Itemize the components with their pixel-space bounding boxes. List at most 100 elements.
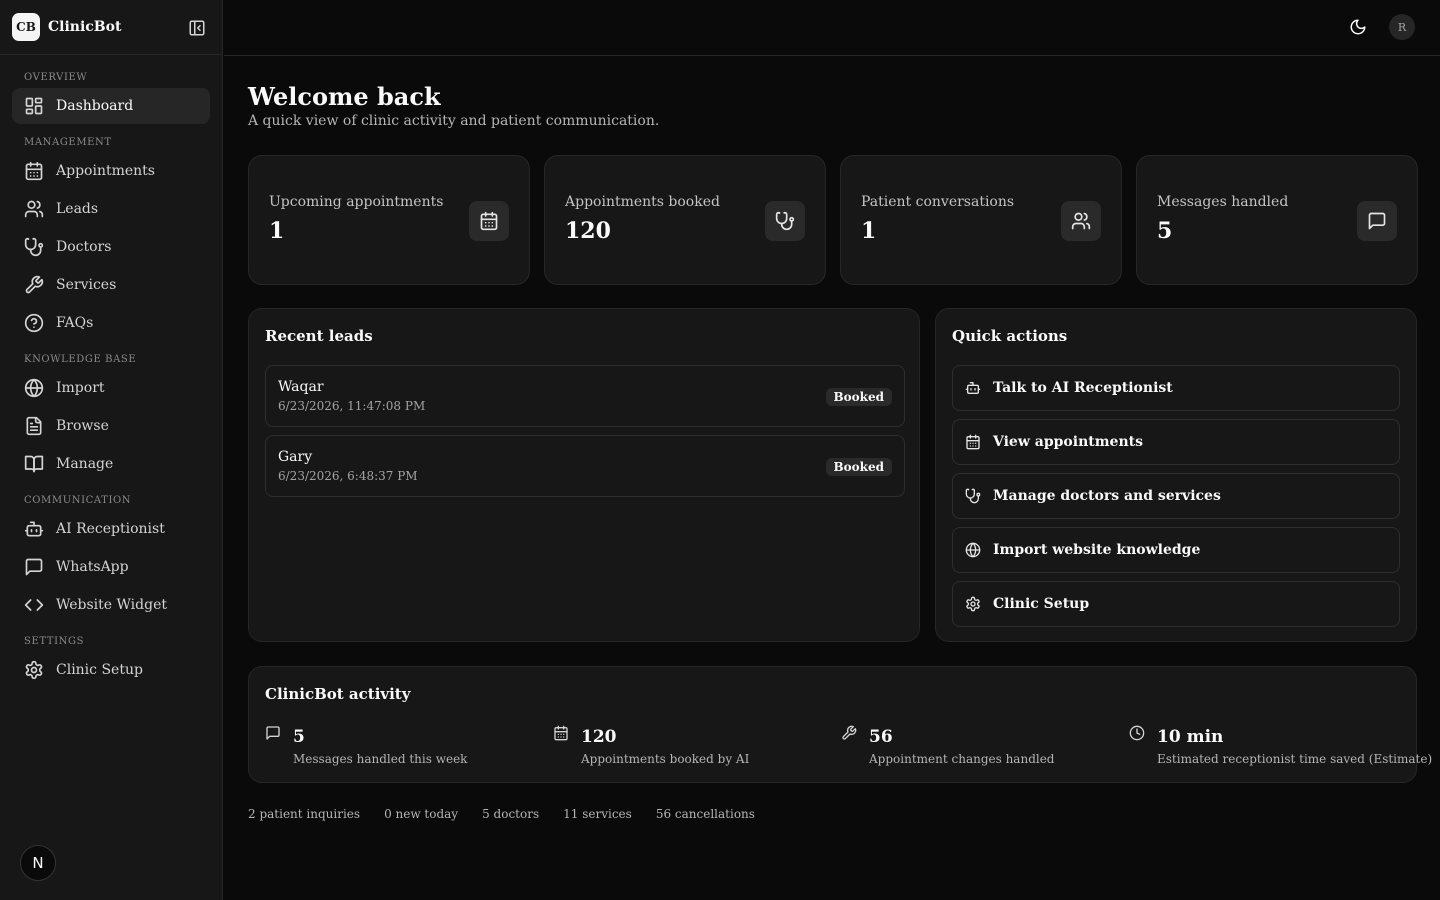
clock-icon: [1129, 725, 1145, 741]
moon-icon[interactable]: [1347, 16, 1369, 38]
stat-value: 1: [861, 218, 877, 244]
quick-action-label: Clinic Setup: [993, 596, 1090, 612]
page-title: Welcome back: [248, 82, 441, 111]
lead-date: 6/23/2026, 11:47:08 PM: [278, 399, 426, 413]
sidebar-item-dashboard[interactable]: Dashboard: [12, 88, 210, 124]
nav-group-overview: OVERVIEW Dashboard: [12, 71, 210, 124]
sidebar-item-ai-receptionist[interactable]: AI Receptionist: [12, 511, 210, 547]
users-icon: [1061, 201, 1101, 241]
file-text-icon: [24, 416, 44, 436]
summary-new-today: 0 new today: [384, 807, 459, 821]
stat-card-patient-conversations: Patient conversations 1: [840, 155, 1122, 285]
sidebar: CB ClinicBot OVERVIEW Dashboard MANAGEME…: [0, 0, 223, 900]
activity-value: 5: [293, 727, 305, 747]
stat-card-messages-handled: Messages handled 5: [1136, 155, 1418, 285]
quick-action-view-appointments[interactable]: View appointments: [952, 419, 1400, 465]
stat-label: Appointments booked: [565, 194, 720, 210]
calendar-icon: [24, 161, 44, 181]
avatar[interactable]: R: [1389, 14, 1415, 40]
activity-label: Appointments booked by AI: [581, 752, 750, 766]
quick-actions-panel: Quick actions Talk to AI Receptionist Vi…: [935, 308, 1417, 642]
sidebar-header: CB ClinicBot: [0, 0, 222, 55]
quick-action-label: Manage doctors and services: [993, 488, 1221, 504]
nav-group-label: MANAGEMENT: [24, 137, 112, 148]
quick-action-talk-to-ai[interactable]: Talk to AI Receptionist: [952, 365, 1400, 411]
sidebar-item-import[interactable]: Import: [12, 370, 210, 406]
bot-icon: [965, 380, 981, 396]
sidebar-item-doctors[interactable]: Doctors: [12, 229, 210, 265]
stat-card-appointments-booked: Appointments booked 120: [544, 155, 826, 285]
sidebar-item-label: Clinic Setup: [56, 662, 143, 678]
calendar-icon: [965, 434, 981, 450]
summary-services: 11 services: [563, 807, 632, 821]
nav-group-label: COMMUNICATION: [24, 495, 132, 506]
nav-group-knowledge-base: KNOWLEDGE BASE Import Browse Manage: [12, 353, 210, 482]
topbar: R: [224, 0, 1440, 56]
globe-icon: [965, 542, 981, 558]
sidebar-item-appointments[interactable]: Appointments: [12, 153, 210, 189]
sidebar-item-browse[interactable]: Browse: [12, 408, 210, 444]
activity-value: 120: [581, 727, 617, 747]
page-subtitle: A quick view of clinic activity and pati…: [248, 113, 660, 129]
activity-value: 10 min: [1157, 727, 1224, 747]
brand-name[interactable]: ClinicBot: [48, 19, 121, 35]
panel-title: Quick actions: [952, 327, 1068, 345]
help-circle-icon: [24, 313, 44, 333]
wrench-icon: [24, 275, 44, 295]
users-icon: [24, 199, 44, 219]
quick-action-clinic-setup[interactable]: Clinic Setup: [952, 581, 1400, 627]
stat-label: Messages handled: [1157, 194, 1289, 210]
stat-value: 5: [1157, 218, 1173, 244]
logo[interactable]: CB: [12, 13, 40, 41]
status-badge: Booked: [825, 388, 892, 406]
quick-action-label: Import website knowledge: [993, 542, 1201, 558]
nav-group-settings: SETTINGS Clinic Setup: [12, 635, 210, 688]
quick-action-label: Talk to AI Receptionist: [993, 380, 1173, 396]
list-item[interactable]: Waqar 6/23/2026, 11:47:08 PM Booked: [265, 365, 905, 427]
panel-title: ClinicBot activity: [265, 685, 411, 703]
sidebar-item-services[interactable]: Services: [12, 267, 210, 303]
quick-action-import-knowledge[interactable]: Import website knowledge: [952, 527, 1400, 573]
activity-label: Messages handled this week: [293, 752, 468, 766]
sidebar-item-manage[interactable]: Manage: [12, 446, 210, 482]
quick-action-manage-doctors[interactable]: Manage doctors and services: [952, 473, 1400, 519]
sidebar-item-label: AI Receptionist: [56, 521, 165, 537]
message-square-icon: [265, 725, 281, 741]
nav-group-label: KNOWLEDGE BASE: [24, 354, 137, 365]
sidebar-item-whatsapp[interactable]: WhatsApp: [12, 549, 210, 585]
activity-label: Estimated receptionist time saved (Estim…: [1157, 752, 1433, 766]
sidebar-item-leads[interactable]: Leads: [12, 191, 210, 227]
panel-title: Recent leads: [265, 327, 373, 345]
stat-label: Upcoming appointments: [269, 194, 444, 210]
stat-label: Patient conversations: [861, 194, 1015, 210]
quick-action-label: View appointments: [993, 434, 1143, 450]
stethoscope-icon: [965, 488, 981, 504]
sidebar-item-clinic-setup[interactable]: Clinic Setup: [12, 652, 210, 688]
sidebar-item-label: Appointments: [56, 163, 155, 179]
sidebar-toggle-icon[interactable]: [188, 19, 206, 37]
nav-group-label: SETTINGS: [24, 636, 85, 647]
sidebar-item-label: Doctors: [56, 239, 112, 255]
lead-name: Gary: [278, 449, 313, 465]
lead-date: 6/23/2026, 6:48:37 PM: [278, 469, 418, 483]
sidebar-item-label: FAQs: [56, 315, 94, 331]
settings-icon: [24, 660, 44, 680]
nav-group-communication: COMMUNICATION AI Receptionist WhatsApp W…: [12, 494, 210, 623]
book-open-icon: [24, 454, 44, 474]
message-square-icon: [24, 557, 44, 577]
stat-value: 1: [269, 218, 285, 244]
calendar-icon: [553, 725, 569, 741]
sidebar-item-label: Import: [56, 380, 105, 396]
settings-icon: [965, 596, 981, 612]
calendar-icon: [469, 201, 509, 241]
next-dev-badge[interactable]: N: [20, 845, 56, 881]
summary-doctors: 5 doctors: [482, 807, 540, 821]
app-root: CB ClinicBot OVERVIEW Dashboard MANAGEME…: [0, 0, 1440, 900]
list-item[interactable]: Gary 6/23/2026, 6:48:37 PM Booked: [265, 435, 905, 497]
globe-icon: [24, 378, 44, 398]
stat-value: 120: [565, 218, 611, 244]
activity-label: Appointment changes handled: [869, 752, 1055, 766]
sidebar-item-faqs[interactable]: FAQs: [12, 305, 210, 341]
nav-group-management: MANAGEMENT Appointments Leads Doctors Se…: [12, 136, 210, 341]
sidebar-item-website-widget[interactable]: Website Widget: [12, 587, 210, 623]
